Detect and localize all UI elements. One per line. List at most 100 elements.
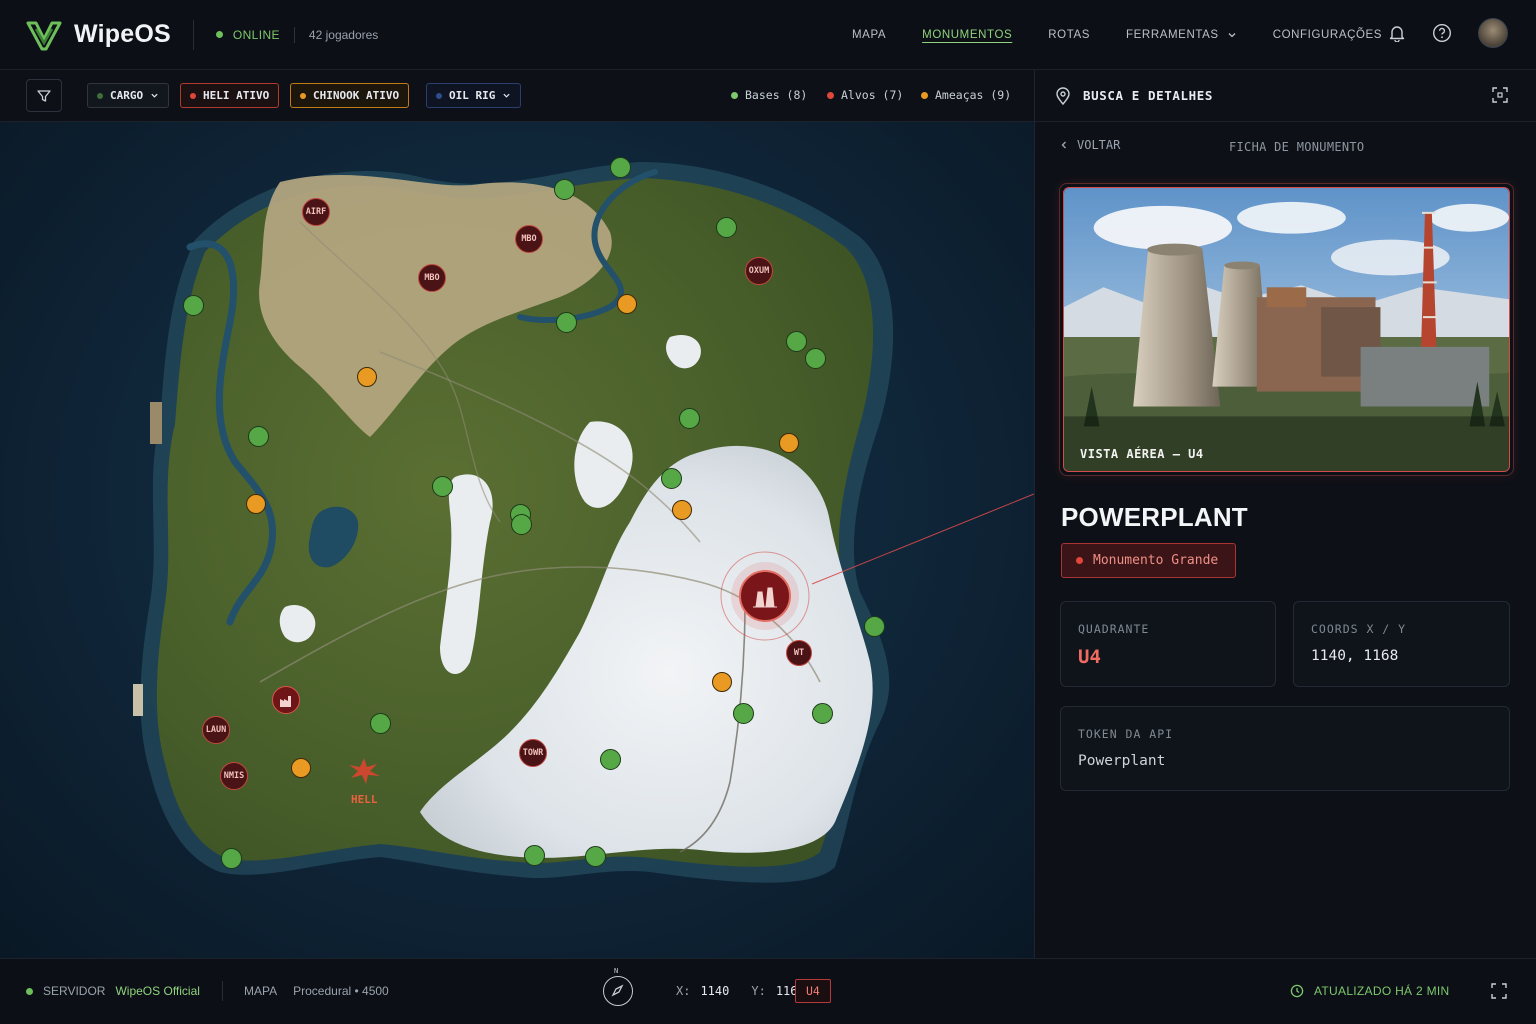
base-marker[interactable] [248, 426, 269, 447]
online-dot-icon [215, 31, 223, 38]
base-marker[interactable] [600, 749, 621, 770]
threat-marker[interactable] [672, 500, 692, 520]
nav-ferramentas[interactable]: FERRAMENTAS [1126, 29, 1237, 41]
base-marker[interactable] [221, 848, 242, 869]
legend-bases[interactable]: Bases (8) [731, 88, 807, 102]
base-marker[interactable] [432, 476, 453, 497]
divider [222, 981, 223, 1001]
expand-icon[interactable] [1492, 87, 1508, 103]
top-actions [1388, 18, 1508, 48]
legend-alvos-label: Alvos (7) [841, 88, 904, 102]
coords-value: 1140, 1168 [1311, 648, 1399, 664]
base-marker[interactable] [524, 845, 545, 866]
chip-cargo[interactable]: CARGO [87, 83, 170, 108]
chevron-left-icon [1061, 141, 1066, 149]
api-token-value[interactable]: Powerplant [1078, 753, 1165, 769]
base-marker[interactable] [733, 703, 754, 724]
chip-heli[interactable]: HELI ATIVO [180, 83, 280, 108]
legend-alvos[interactable]: Alvos (7) [827, 88, 903, 102]
heli-crash-icon[interactable] [346, 756, 382, 786]
nav-ferramentas-label: FERRAMENTAS [1126, 29, 1219, 41]
compass-needle-icon [611, 984, 624, 997]
map-pin-icon [1056, 86, 1070, 105]
base-marker[interactable] [511, 514, 532, 535]
last-updated: ATUALIZADO HÁ 2 MIN [1290, 984, 1450, 998]
monument-label: MBO [521, 234, 537, 244]
nav-monumentos[interactable]: MONUMENTOS [922, 29, 1012, 41]
server-label: SERVIDOR [43, 984, 106, 998]
nav-mapa[interactable]: MAPA [852, 29, 886, 41]
threat-marker[interactable] [246, 494, 266, 514]
nav-configuracoes[interactable]: CONFIGURAÇÕES [1273, 29, 1382, 41]
fullscreen-icon[interactable] [1491, 983, 1507, 999]
legend-ameacas[interactable]: Ameaças (9) [921, 88, 1011, 102]
chip-oil-rig[interactable]: OIL RIG [426, 83, 522, 108]
base-marker[interactable] [716, 217, 737, 238]
base-marker[interactable] [370, 713, 391, 734]
monument-marker[interactable]: MBO [418, 264, 446, 292]
base-marker[interactable] [864, 616, 885, 637]
server-name[interactable]: WipeOS Official [115, 984, 199, 998]
base-marker[interactable] [610, 157, 631, 178]
threat-marker[interactable] [712, 672, 732, 692]
monument-marker[interactable]: WT [786, 640, 812, 666]
panel-title: BUSCA E DETALHES [1083, 88, 1214, 103]
monument-marker[interactable]: TOWR [519, 739, 547, 767]
chip-chinook[interactable]: CHINOOK ATIVO [290, 83, 410, 108]
api-token-label: TOKEN DA API [1078, 727, 1174, 741]
threat-marker[interactable] [779, 433, 799, 453]
base-marker[interactable] [679, 408, 700, 429]
server-status-dot-icon [26, 987, 33, 995]
y-label: Y: [751, 984, 766, 998]
monument-marker[interactable]: OXUM [745, 257, 773, 285]
wipeos-logo-icon [26, 21, 62, 50]
x-value: 1140 [700, 984, 730, 998]
filter-button[interactable] [26, 79, 62, 112]
map-view[interactable]: AIRF MBO MBO OXUM LAUN NMIS TOWR WT HELL [0, 122, 1034, 958]
base-marker[interactable] [556, 312, 577, 333]
server-status: ONLINE 42 jogadores [215, 26, 378, 43]
nav-rotas[interactable]: ROTAS [1048, 29, 1090, 41]
dock [150, 402, 162, 444]
chip-dot-icon [300, 92, 306, 99]
top-bar: WipeOS ONLINE 42 jogadores MAPA MONUMENT… [0, 0, 1536, 70]
base-marker[interactable] [805, 348, 826, 369]
map-info: MAPA Procedural • 4500 [244, 984, 389, 998]
monument-size-badge: Monumento Grande [1061, 543, 1237, 578]
cursor-coords: X: 1140 Y: 1168 [676, 984, 805, 998]
chip-oil-rig-label: OIL RIG [449, 89, 496, 102]
brand[interactable]: WipeOS [26, 19, 171, 51]
divider [192, 19, 194, 50]
chip-cargo-label: CARGO [110, 89, 144, 102]
base-marker[interactable] [661, 468, 682, 489]
avatar[interactable] [1478, 18, 1508, 48]
monument-marker[interactable]: NMIS [220, 762, 248, 790]
base-marker[interactable] [554, 179, 575, 200]
badge-dot-icon [1076, 557, 1083, 564]
threat-marker[interactable] [617, 294, 637, 314]
compass-icon[interactable]: N [603, 967, 633, 1006]
powerplant-marker[interactable] [739, 570, 791, 622]
map-value: Procedural • 4500 [293, 984, 389, 998]
base-marker[interactable] [812, 703, 833, 724]
chevron-down-icon [1228, 33, 1236, 38]
back-button[interactable]: VOLTAR [1059, 138, 1120, 152]
main-nav: MAPA MONUMENTOS ROTAS FERRAMENTAS CONFIG… [852, 0, 1382, 70]
threat-marker[interactable] [357, 367, 377, 387]
monument-marker[interactable]: MBO [515, 225, 543, 253]
map-label: MAPA [244, 984, 278, 998]
base-marker[interactable] [183, 295, 204, 316]
quadrant-label: QUADRANTE [1078, 622, 1150, 636]
bell-icon[interactable] [1388, 24, 1406, 42]
filter-icon [37, 89, 51, 102]
threat-marker[interactable] [291, 758, 311, 778]
monument-photo[interactable]: VISTA AÉREA – U4 [1063, 187, 1510, 472]
help-icon[interactable] [1432, 23, 1452, 43]
monument-marker[interactable]: LAUN [202, 716, 230, 744]
chip-dot-icon [436, 92, 442, 99]
base-marker[interactable] [585, 846, 606, 867]
monument-marker[interactable]: AIRF [302, 198, 330, 226]
base-marker[interactable] [786, 331, 807, 352]
factory-marker[interactable] [272, 686, 300, 714]
legend-dot-icon [731, 91, 738, 99]
